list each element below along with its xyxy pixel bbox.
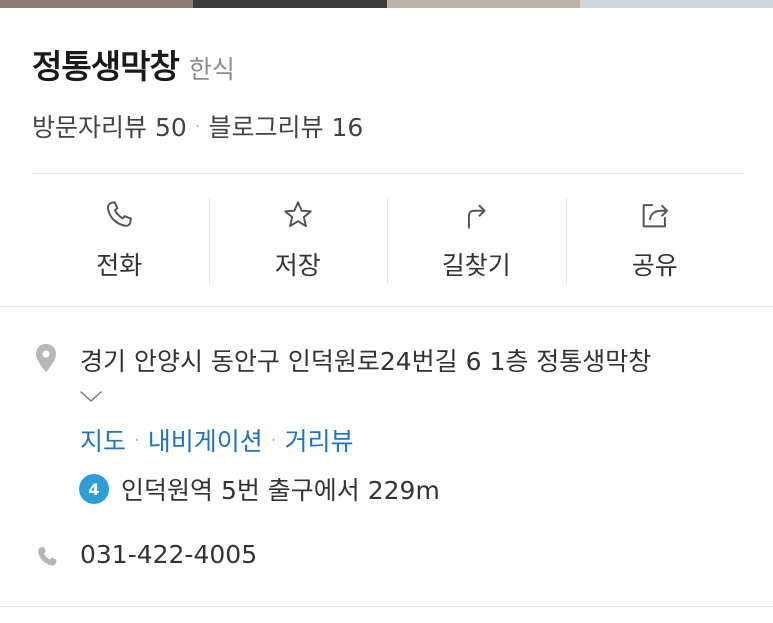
chevron-down-icon[interactable] [79, 389, 103, 405]
call-label: 전화 [96, 251, 143, 280]
save-label: 저장 [274, 251, 321, 280]
subway-direction-text: 인덕원역 5번 출구에서 229m [121, 476, 440, 505]
blog-review-link[interactable]: 블로그리뷰 16 [209, 108, 364, 144]
map-link[interactable]: 지도 [80, 422, 126, 458]
visitor-review-link[interactable]: 방문자리뷰 50 [32, 108, 187, 144]
subway-info: 4 인덕원역 5번 출구에서 229m [79, 471, 440, 507]
place-category: 한식 [188, 55, 235, 84]
star-icon [284, 201, 312, 228]
photo-strip[interactable] [0, 0, 773, 8]
link-separator: · [134, 429, 140, 451]
photo-thumbnail[interactable] [193, 0, 387, 8]
save-button[interactable]: 저장 [208, 196, 388, 286]
directions-arrow-icon [468, 204, 486, 229]
divider [0, 306, 773, 307]
share-label: 공유 [631, 251, 678, 280]
phone-icon [107, 201, 133, 227]
divider [32, 173, 744, 174]
review-summary: 방문자리뷰 50 · 블로그리뷰 16 [32, 108, 363, 144]
photo-thumbnail[interactable] [0, 0, 194, 8]
street-view-link[interactable]: 거리뷰 [285, 422, 354, 458]
location-pin-icon [36, 344, 56, 372]
subway-line-badge: 4 [79, 474, 109, 504]
share-button[interactable]: 공유 [565, 196, 745, 286]
directions-button[interactable]: 길찾기 [387, 196, 566, 286]
share-icon [642, 204, 668, 228]
photo-thumbnail[interactable] [579, 0, 773, 8]
link-separator: · [270, 429, 277, 451]
phone-number[interactable]: 031-422-4005 [80, 540, 257, 569]
directions-label: 길찾기 [441, 251, 511, 280]
divider [0, 606, 773, 607]
action-bar: 전화 저장 길찾기 공유 [30, 196, 744, 286]
photo-thumbnail[interactable] [386, 0, 580, 8]
place-name: 정통생막창 [32, 47, 180, 86]
location-links: 지도 · 내비게이션 · 거리뷰 [80, 422, 354, 458]
call-button[interactable]: 전화 [30, 196, 209, 286]
phone-icon [38, 546, 57, 566]
navigation-link[interactable]: 내비게이션 [148, 422, 263, 458]
address-text: 경기 안양시 동안구 인덕원로24번길 6 1층 정통생막창 [80, 347, 652, 376]
review-separator: · [194, 115, 201, 137]
title-row: 정통생막창 한식 [32, 40, 235, 88]
